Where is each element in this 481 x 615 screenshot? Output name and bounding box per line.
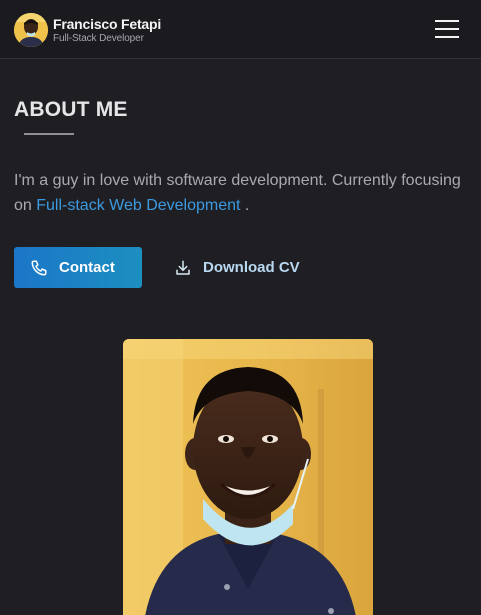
bio-suffix: . (240, 197, 250, 214)
phone-icon (31, 260, 47, 275)
top-nav-bar: Francisco Fetapi Full-Stack Developer (0, 0, 481, 59)
contact-button[interactable]: Contact (14, 247, 142, 288)
brand[interactable]: Francisco Fetapi Full-Stack Developer (14, 13, 161, 47)
brand-name: Francisco Fetapi (53, 16, 162, 32)
bio-line-1: I'm a guy in love with software developm… (14, 172, 461, 189)
page: Francisco Fetapi Full-Stack Developer AB… (0, 0, 481, 615)
download-icon (176, 260, 190, 275)
brand-role: Full-Stack Developer (53, 33, 144, 44)
download-label: Download CV (203, 259, 300, 276)
section-title: ABOUT ME (14, 98, 128, 121)
download-cv-link[interactable]: Download CV (174, 247, 300, 288)
contact-label: Contact (59, 259, 115, 276)
bio-text: I'm a guy in love with software developm… (14, 168, 481, 218)
avatar (14, 13, 48, 47)
specialty-link[interactable]: Full-stack Web Development (36, 197, 240, 214)
profile-photo (123, 339, 373, 615)
title-underline (24, 133, 74, 135)
hamburger-menu-icon[interactable] (433, 18, 461, 40)
bio-prefix: on (14, 197, 32, 214)
